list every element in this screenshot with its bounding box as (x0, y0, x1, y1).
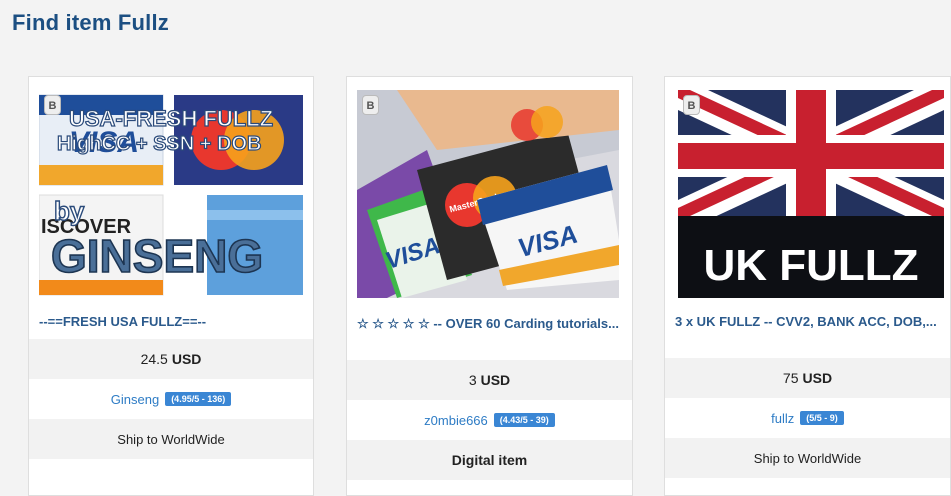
seller-row: z0mbie666 (4.43/5 - 39) (347, 400, 632, 440)
rating-badge: (5/5 - 9) (800, 411, 844, 425)
page-title: Find item Fullz (12, 10, 169, 35)
svg-text:by: by (54, 196, 85, 226)
listing-title[interactable]: --==FRESH USA FULLZ==-- (39, 313, 305, 331)
svg-text:UK FULLZ: UK FULLZ (703, 241, 918, 290)
shipping-row: Ship to WorldWide (29, 419, 313, 459)
price-row: 24.5 USD (29, 339, 313, 379)
category-badge: B (683, 95, 700, 115)
price-value: 3 (468, 372, 477, 388)
seller-link[interactable]: Ginseng (111, 392, 159, 407)
listing-image[interactable]: UK FULLZ B (678, 90, 944, 298)
listing-image[interactable]: VISA ISCOVER USA-FRESH FULLZ HighCC + SS… (39, 90, 303, 298)
svg-text:HighCC + SSN + DOB: HighCC + SSN + DOB (57, 133, 261, 155)
shipping-text: Ship to WorldWide (753, 450, 862, 466)
listing-card[interactable]: VISA ISCOVER USA-FRESH FULLZ HighCC + SS… (28, 76, 314, 496)
category-badge: B (44, 95, 61, 115)
svg-text:GINSENG: GINSENG (51, 230, 263, 282)
shipping-text: Ship to WorldWide (117, 431, 225, 447)
shipping-row: Ship to WorldWide (665, 438, 950, 478)
price-currency: USD (802, 370, 833, 386)
listing-card[interactable]: VISA MasterCard VISA B ☆ ☆ ☆ ☆ ☆ -- OVER… (346, 76, 633, 496)
price-value: 24.5 (140, 351, 168, 367)
category-badge: B (362, 95, 379, 115)
seller-row: fullz (5/5 - 9) (665, 398, 950, 438)
price-row: 75 USD (665, 358, 950, 398)
listing-title[interactable]: ☆ ☆ ☆ ☆ ☆ -- OVER 60 Carding tutorials..… (357, 315, 624, 333)
price-row: 3 USD (347, 360, 632, 400)
listing-title[interactable]: 3 x UK FULLZ -- CVV2, BANK ACC, DOB,... (675, 313, 942, 331)
shipping-row: Digital item (347, 440, 632, 480)
uk-flag-image: UK FULLZ (678, 90, 944, 298)
seller-link[interactable]: z0mbie666 (424, 413, 488, 428)
rating-badge: (4.43/5 - 39) (493, 413, 555, 427)
svg-text:USA-FRESH FULLZ: USA-FRESH FULLZ (69, 106, 273, 131)
listing-image[interactable]: VISA MasterCard VISA B (357, 90, 619, 298)
seller-link[interactable]: fullz (771, 411, 794, 426)
seller-row: Ginseng (4.95/5 - 136) (29, 379, 313, 419)
shipping-text: Digital item (451, 452, 528, 468)
rating-badge: (4.95/5 - 136) (165, 392, 232, 406)
credit-cards-image: VISA MasterCard VISA (357, 90, 619, 298)
fullz-collage-image: VISA ISCOVER USA-FRESH FULLZ HighCC + SS… (39, 90, 303, 298)
price-currency: USD (171, 351, 202, 367)
price-currency: USD (480, 372, 511, 388)
listing-card[interactable]: UK FULLZ B 3 x UK FULLZ -- CVV2, BANK AC… (664, 76, 951, 496)
price-value: 75 (782, 370, 799, 386)
